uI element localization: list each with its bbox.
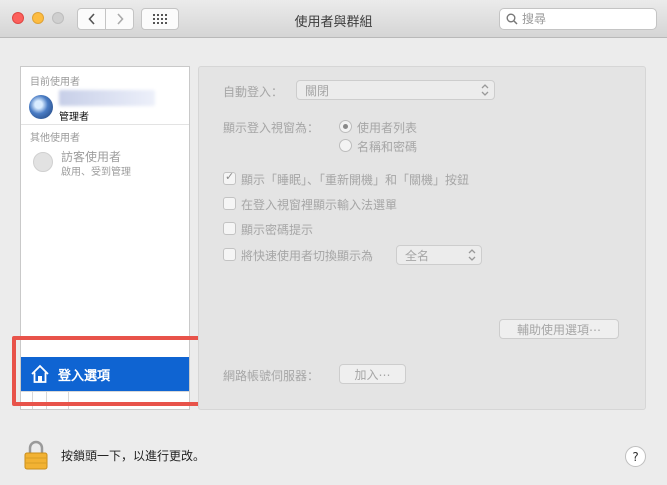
- auto-login-label: 自動登入：: [223, 85, 284, 99]
- lock-button[interactable]: [24, 440, 48, 473]
- lock-instruction: 按鎖頭一下，以進行更改。: [61, 449, 206, 463]
- show-password-hint-label: 顯示密碼提示: [241, 223, 314, 237]
- login-options-item[interactable]: 登入選項: [21, 357, 189, 391]
- title-bar: 使用者與群組: [0, 0, 667, 38]
- name-password-radio[interactable]: [339, 139, 352, 152]
- help-button[interactable]: ?: [625, 446, 646, 467]
- show-input-menu-label: 在登入視窗裡顯示輸入法選單: [241, 198, 398, 212]
- divider: [21, 124, 189, 125]
- search-field[interactable]: [499, 8, 657, 30]
- admin-name-redacted[interactable]: [59, 90, 155, 106]
- search-input[interactable]: [522, 12, 642, 26]
- action-menu-button[interactable]: [47, 392, 69, 409]
- auto-login-popup[interactable]: 關閉: [296, 80, 495, 100]
- show-sleep-restart-checkbox[interactable]: [223, 170, 236, 185]
- add-user-button[interactable]: [21, 392, 33, 409]
- login-options-label: 登入選項: [58, 368, 111, 384]
- user-list: 目前使用者 管理者 其他使用者 訪客使用者 啟用、受到管理 登入選項: [20, 66, 190, 410]
- remove-user-button[interactable]: [33, 392, 47, 409]
- user-list-radio[interactable]: [339, 120, 352, 133]
- user-list-radio-label: 使用者列表: [357, 121, 418, 135]
- show-password-hint-checkbox[interactable]: [223, 222, 236, 235]
- display-window-label: 顯示登入視窗為：: [223, 121, 320, 135]
- login-options-panel: 自動登入： 關閉 顯示登入視窗為： 使用者列表 名稱和密碼 顯示「睡眠」、「重新…: [198, 66, 646, 410]
- name-password-radio-label: 名稱和密碼: [357, 140, 418, 154]
- network-server-label: 網路帳號伺服器：: [223, 369, 320, 383]
- join-button[interactable]: 加入⋯: [339, 364, 406, 384]
- padlock-icon: [24, 440, 48, 470]
- show-input-menu-checkbox[interactable]: [223, 197, 236, 210]
- fast-switch-value: 全名: [405, 248, 430, 263]
- house-icon: [31, 364, 49, 383]
- auto-login-value: 關閉: [305, 83, 330, 98]
- fast-switch-popup[interactable]: 全名: [396, 245, 482, 265]
- list-bottom-bar: [21, 391, 189, 409]
- other-users-header: 其他使用者: [30, 133, 80, 144]
- updown-arrows-icon: [468, 249, 476, 261]
- accessibility-options-button[interactable]: 輔助使用選項⋯: [499, 319, 619, 339]
- updown-arrows-icon: [481, 84, 489, 96]
- fast-user-switch-label: 將快速使用者切換顯示為: [241, 249, 374, 263]
- guest-avatar: [33, 152, 53, 172]
- admin-role-label: 管理者: [59, 112, 89, 123]
- current-users-header: 目前使用者: [30, 77, 80, 88]
- show-sleep-restart-label: 顯示「睡眠」、「重新開機」和「關機」按鈕: [241, 173, 470, 187]
- admin-avatar[interactable]: [29, 95, 53, 119]
- guest-user-status: 啟用、受到管理: [61, 167, 131, 178]
- search-icon: [506, 13, 518, 25]
- fast-user-switch-checkbox[interactable]: [223, 248, 236, 261]
